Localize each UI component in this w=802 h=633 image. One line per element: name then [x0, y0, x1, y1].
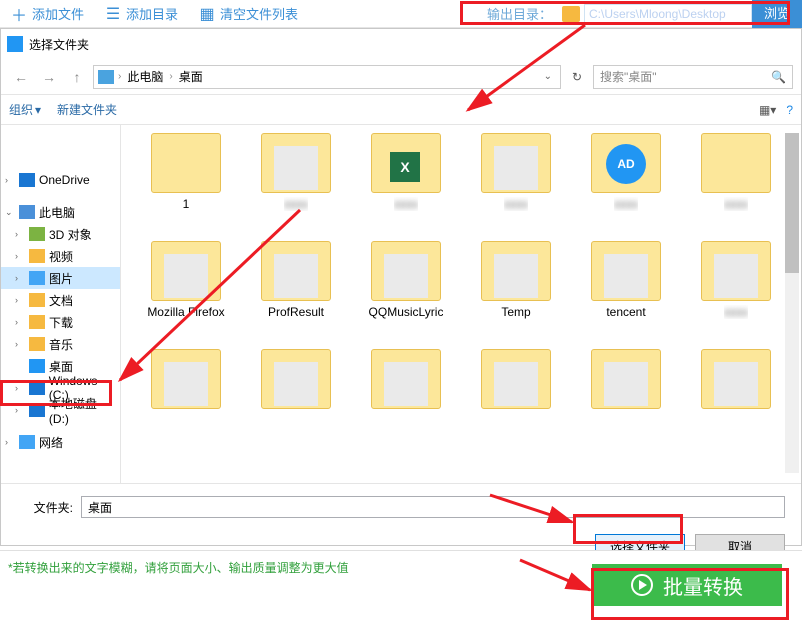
dialog-titlebar: 选择文件夹 — [1, 29, 801, 59]
folder-item[interactable]: xxxx — [463, 133, 569, 233]
folder-item[interactable] — [573, 349, 679, 449]
chevron-icon: › — [118, 71, 121, 82]
back-button[interactable]: ← — [9, 65, 33, 89]
view-icon[interactable]: ▦▾ — [759, 103, 776, 117]
folder-item[interactable]: Temp — [463, 241, 569, 341]
refresh-button[interactable]: ↻ — [565, 65, 589, 89]
tree-item-thispc[interactable]: ⌄此电脑 — [1, 201, 120, 223]
clear-list-label: 清空文件列表 — [220, 4, 298, 23]
tree-item-onedrive[interactable]: ›OneDrive — [1, 169, 120, 191]
output-path-input[interactable] — [584, 4, 752, 24]
hint-text: *若转换出来的文字模糊，请将页面大小、输出质量调整为更大值 — [8, 561, 349, 575]
output-label: 输出目录： — [481, 4, 558, 23]
dialog-title: 选择文件夹 — [29, 36, 89, 53]
folder-item[interactable] — [353, 349, 459, 449]
new-folder-button[interactable]: 新建文件夹 — [57, 101, 117, 118]
tree-item-downloads[interactable]: ›下载 — [1, 311, 120, 333]
folder-item[interactable]: xxxx — [683, 241, 789, 341]
folder-content: 1 xxxx xxxx xxxx xxxx xxxx Mozilla Firef… — [121, 125, 801, 483]
search-icon: 🔍 — [771, 70, 786, 84]
folder-picker-dialog: 选择文件夹 ← → ↑ › 此电脑 › 桌面 ⌄ ↻ 搜索"桌面" 🔍 组织 ▾… — [0, 28, 802, 546]
up-button[interactable]: ↑ — [65, 65, 89, 89]
folder-item[interactable]: xxxx — [353, 133, 459, 233]
folder-item[interactable]: QQMusicLyric — [353, 241, 459, 341]
scroll-thumb[interactable] — [785, 133, 799, 273]
folder-item[interactable]: ProfResult — [243, 241, 349, 341]
dialog-body: ›OneDrive ⌄此电脑 ›3D 对象 ›视频 ›图片 ›文档 ›下载 ›音… — [1, 125, 801, 483]
folder-item[interactable]: 1 — [133, 133, 239, 233]
tree-item-music[interactable]: ›音乐 — [1, 333, 120, 355]
forward-button[interactable]: → — [37, 65, 61, 89]
folder-item[interactable]: xxxx — [683, 133, 789, 233]
plus-icon: ＋ — [10, 5, 28, 23]
folder-field-label: 文件夹: — [17, 499, 73, 516]
batch-label: 批量转换 — [663, 571, 743, 600]
dialog-icon — [7, 36, 23, 52]
search-input[interactable]: 搜索"桌面" 🔍 — [593, 65, 793, 89]
tree-item-network[interactable]: ›网络 — [1, 431, 120, 453]
list-icon: ☰ — [104, 5, 122, 23]
search-placeholder: 搜索"桌面" — [600, 68, 657, 85]
chevron-icon: › — [169, 71, 172, 82]
folder-item[interactable]: Mozilla Firefox — [133, 241, 239, 341]
add-dir-button[interactable]: ☰ 添加目录 — [94, 0, 188, 27]
toolbar-row: 组织 ▾ 新建文件夹 ▦▾ ? — [1, 95, 801, 125]
help-icon[interactable]: ? — [786, 103, 793, 117]
clear-icon: ▦ — [198, 5, 216, 23]
address-bar[interactable]: › 此电脑 › 桌面 ⌄ — [93, 65, 561, 89]
chevron-down-icon: ▾ — [35, 103, 41, 117]
add-file-button[interactable]: ＋ 添加文件 — [0, 0, 94, 27]
add-file-label: 添加文件 — [32, 4, 84, 23]
folder-item[interactable] — [133, 349, 239, 449]
desktop-icon — [98, 70, 114, 84]
folder-item[interactable]: tencent — [573, 241, 679, 341]
organize-menu[interactable]: 组织 ▾ — [9, 101, 41, 118]
folder-item[interactable] — [243, 349, 349, 449]
play-icon — [631, 574, 653, 596]
folder-item[interactable] — [463, 349, 569, 449]
browse-button[interactable]: 浏览 — [752, 0, 802, 28]
batch-convert-button[interactable]: 批量转换 — [592, 564, 782, 606]
folder-item[interactable] — [683, 349, 789, 449]
add-dir-label: 添加目录 — [126, 4, 178, 23]
folder-item[interactable]: xxxx — [573, 133, 679, 233]
clear-list-button[interactable]: ▦ 清空文件列表 — [188, 0, 308, 27]
tree-item-d-drive[interactable]: ›本地磁盘 (D:) — [1, 399, 120, 421]
folder-name-input[interactable] — [81, 496, 785, 518]
dropdown-icon[interactable]: ⌄ — [540, 71, 556, 82]
app-footer: *若转换出来的文字模糊，请将页面大小、输出质量调整为更大值 批量转换 — [0, 550, 802, 620]
breadcrumb-root[interactable]: 此电脑 — [125, 68, 165, 85]
tree-item-documents[interactable]: ›文档 — [1, 289, 120, 311]
folder-item[interactable]: xxxx — [243, 133, 349, 233]
scrollbar[interactable] — [785, 133, 799, 473]
tree-item-3d[interactable]: ›3D 对象 — [1, 223, 120, 245]
tree-item-video[interactable]: ›视频 — [1, 245, 120, 267]
app-toolbar: ＋ 添加文件 ☰ 添加目录 ▦ 清空文件列表 输出目录： 浏览 — [0, 0, 802, 28]
folder-tree: ›OneDrive ⌄此电脑 ›3D 对象 ›视频 ›图片 ›文档 ›下载 ›音… — [1, 125, 121, 483]
breadcrumb-current[interactable]: 桌面 — [177, 68, 205, 85]
nav-row: ← → ↑ › 此电脑 › 桌面 ⌄ ↻ 搜索"桌面" 🔍 — [1, 59, 801, 95]
output-section: 输出目录： 浏览 — [481, 0, 802, 27]
folder-icon — [562, 6, 580, 22]
tree-item-pictures[interactable]: ›图片 — [1, 267, 120, 289]
